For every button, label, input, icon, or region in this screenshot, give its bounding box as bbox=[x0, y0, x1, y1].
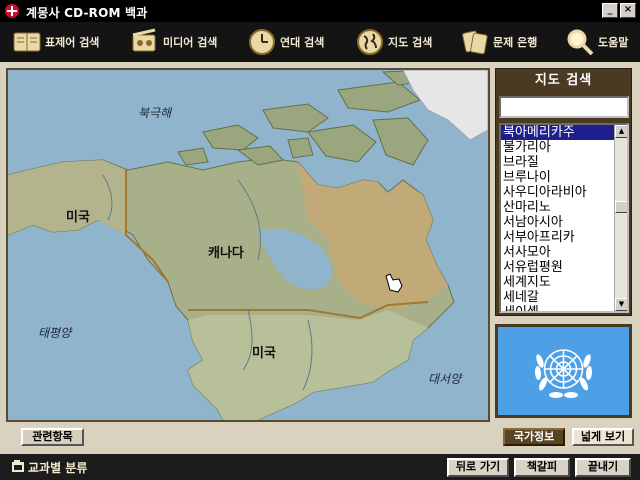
category-folder-icon bbox=[12, 460, 24, 472]
list-item[interactable]: 세네갈 bbox=[501, 290, 614, 305]
film-icon bbox=[132, 28, 156, 52]
main-stage: 북극해 미국 캐나다 미국 태평양 대서양 지도 검색 북아메리카주 불가리아 브라… bbox=[0, 62, 640, 454]
wide-view-button[interactable]: 넓게 보기 bbox=[572, 428, 634, 446]
list-item[interactable]: 브루나이 bbox=[501, 170, 614, 185]
main-toolbar: 표제어 검색 미디어 검색 연대 검색 지도 검색 문제 은행 도움말 bbox=[0, 22, 640, 62]
toolbar-map-search[interactable]: 지도 검색 bbox=[355, 26, 432, 58]
toolbar-entry-search[interactable]: 표제어 검색 bbox=[12, 26, 99, 58]
toolbar-label: 미디어 검색 bbox=[163, 36, 218, 49]
scroll-up-button[interactable]: ▲ bbox=[615, 125, 627, 138]
search-input[interactable] bbox=[499, 96, 629, 118]
map-label-canada[interactable]: 캐나다 bbox=[208, 242, 244, 261]
region-list[interactable]: 북아메리카주 불가리아 브라질 브루나이 사우디아라비아 산마리노 서남아시아 서부아프리카 서… bbox=[499, 123, 629, 313]
list-item[interactable]: 산마리노 bbox=[501, 200, 614, 215]
clock-icon bbox=[249, 29, 275, 55]
list-item[interactable]: 사우디아라비아 bbox=[501, 185, 614, 200]
list-item[interactable]: 불가리아 bbox=[501, 140, 614, 155]
list-item[interactable]: 서유럽평원 bbox=[501, 260, 614, 275]
toolbar-label: 표제어 검색 bbox=[45, 36, 100, 49]
region-list-scrollbar[interactable]: ▲ ▼ bbox=[614, 125, 627, 311]
map-label-alaska[interactable]: 미국 bbox=[66, 206, 90, 225]
list-item[interactable]: 서사모아 bbox=[501, 245, 614, 260]
list-item[interactable]: 세이셸 bbox=[501, 305, 614, 311]
minimize-button[interactable]: _ bbox=[602, 3, 618, 18]
region-list-items: 북아메리카주 불가리아 브라질 브루나이 사우디아라비아 산마리노 서남아시아 서부아프리카 서… bbox=[501, 125, 614, 311]
map-label-pacific-ocean[interactable]: 태평양 bbox=[38, 324, 71, 341]
un-emblem-icon bbox=[534, 349, 593, 398]
map-label-usa[interactable]: 미국 bbox=[252, 342, 276, 361]
back-button[interactable]: 뒤로 가기 bbox=[447, 458, 509, 477]
list-item[interactable]: 서남아시아 bbox=[501, 215, 614, 230]
map-label-atlantic-ocean[interactable]: 대서양 bbox=[428, 370, 461, 387]
toolbar-era-search[interactable]: 연대 검색 bbox=[247, 26, 324, 58]
list-item[interactable]: 브라질 bbox=[501, 155, 614, 170]
list-item[interactable]: 세계지도 bbox=[501, 275, 614, 290]
globe-icon bbox=[357, 29, 383, 55]
toolbar-label: 지도 검색 bbox=[388, 36, 433, 49]
magnifier-icon bbox=[567, 29, 594, 56]
scroll-thumb[interactable] bbox=[615, 201, 627, 213]
map-search-panel: 지도 검색 북아메리카주 불가리아 브라질 브루나이 사우디아라비아 산마리노 서남아시아 서… bbox=[495, 68, 632, 316]
un-flag bbox=[498, 327, 629, 415]
exit-button[interactable]: 끝내기 bbox=[575, 458, 631, 477]
book-icon bbox=[13, 32, 41, 52]
toolbar-question-bank[interactable]: 문제 은행 bbox=[460, 26, 537, 58]
flag-panel bbox=[495, 324, 632, 418]
bookmark-button[interactable]: 책갈피 bbox=[514, 458, 570, 477]
app-logo-icon bbox=[5, 4, 19, 18]
close-button[interactable]: × bbox=[620, 3, 636, 18]
window-title: 계몽사 CD-ROM 백과 bbox=[26, 6, 148, 20]
toolbar-media-search[interactable]: 미디어 검색 bbox=[130, 26, 217, 58]
country-info-button[interactable]: 국가정보 bbox=[503, 428, 565, 446]
map-label-arctic-ocean[interactable]: 북극해 bbox=[138, 104, 171, 121]
title-bar: 계몽사 CD-ROM 백과 _ × bbox=[0, 0, 640, 22]
search-panel-title: 지도 검색 bbox=[534, 73, 593, 88]
toolbar-label: 연대 검색 bbox=[280, 36, 325, 49]
toolbar-label: 도움말 bbox=[598, 36, 629, 49]
toolbar-label: 문제 은행 bbox=[493, 36, 538, 49]
cards-icon bbox=[462, 30, 488, 55]
subject-category-link[interactable]: 교과별 분류 bbox=[28, 459, 87, 476]
north-america-map[interactable]: 북극해 미국 캐나다 미국 태평양 대서양 bbox=[6, 68, 490, 422]
list-item[interactable]: 서부아프리카 bbox=[501, 230, 614, 245]
map-image bbox=[8, 70, 488, 420]
scroll-down-button[interactable]: ▼ bbox=[615, 298, 627, 311]
list-item[interactable]: 북아메리카주 bbox=[501, 125, 614, 140]
related-items-button[interactable]: 관련항목 bbox=[21, 428, 84, 446]
bottom-bar: 교과별 분류 뒤로 가기 책갈피 끝내기 bbox=[0, 454, 640, 480]
toolbar-help[interactable]: 도움말 bbox=[565, 26, 628, 58]
